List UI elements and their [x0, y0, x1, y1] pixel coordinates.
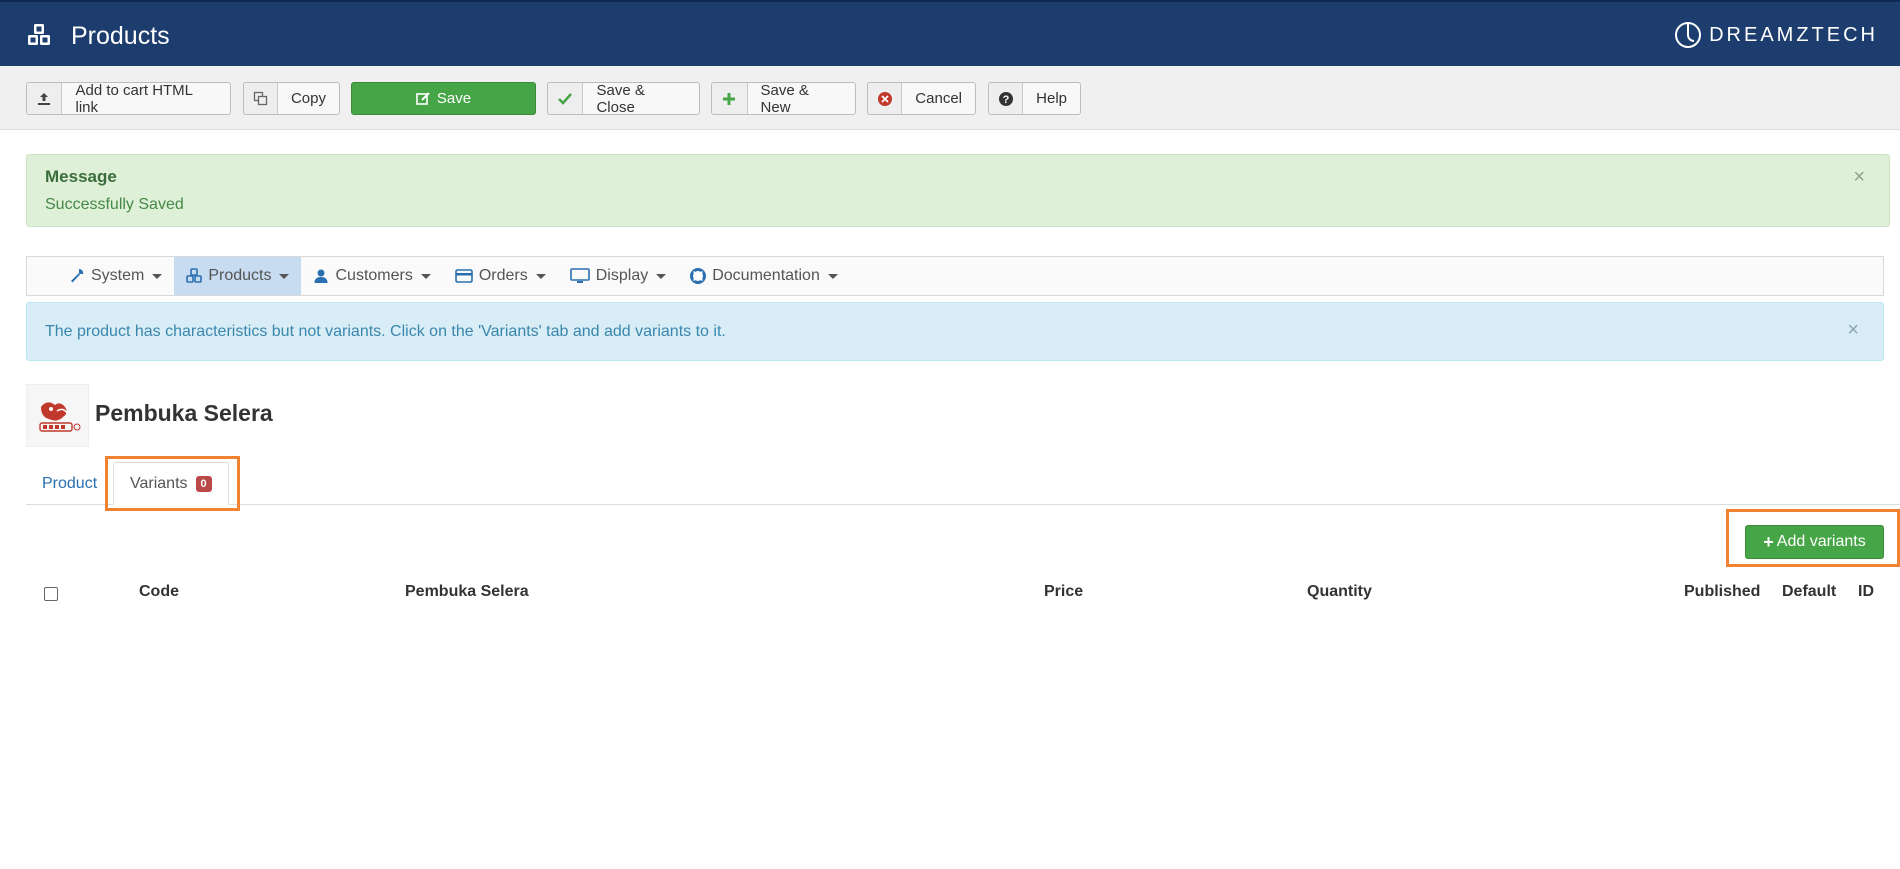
cubes-icon — [186, 268, 203, 284]
add-variants-button[interactable]: + Add variants — [1745, 525, 1884, 559]
message-body: Successfully Saved — [45, 196, 184, 213]
chevron-down-icon — [827, 273, 838, 279]
column-header-default[interactable]: Default — [1782, 583, 1836, 601]
select-all-checkbox[interactable] — [44, 587, 58, 601]
column-header-price[interactable]: Price — [1044, 583, 1083, 601]
chevron-down-icon — [152, 273, 163, 279]
help-label: Help — [1036, 90, 1067, 107]
tabs-divider — [26, 504, 1900, 505]
nav-item-customers[interactable]: Customers — [301, 257, 442, 295]
save-label: Save — [436, 90, 472, 107]
nav-item-display[interactable]: Display — [558, 257, 678, 295]
chevron-down-icon — [656, 273, 667, 279]
app-header: Products DREAMZTECH — [0, 0, 1900, 66]
info-alert-text: The product has characteristics but not … — [45, 323, 726, 340]
cubes-icon — [28, 24, 50, 45]
chevron-down-icon — [279, 273, 290, 279]
chevron-down-icon — [535, 273, 546, 279]
tab-variants[interactable]: Variants 0 — [113, 462, 229, 505]
info-close-icon[interactable]: × — [1847, 319, 1859, 342]
save-new-button[interactable]: Save & New — [711, 81, 856, 116]
column-header-name[interactable]: Pembuka Selera — [405, 583, 529, 601]
credit-card-icon — [455, 269, 473, 283]
nav-item-label: Orders — [478, 267, 528, 284]
column-header-id[interactable]: ID — [1858, 583, 1874, 601]
tab-product[interactable]: Product — [42, 462, 97, 505]
nav-item-label: Customers — [335, 267, 413, 284]
cancel-button[interactable]: Cancel — [867, 82, 976, 115]
save-new-label: Save & New — [760, 81, 809, 116]
help-button[interactable]: ? Help — [988, 82, 1081, 115]
nav-item-documentation[interactable]: Documentation — [678, 257, 850, 295]
cancel-label: Cancel — [915, 90, 962, 107]
check-icon — [548, 83, 584, 114]
copy-button[interactable]: Copy — [243, 82, 340, 115]
nav-item-products[interactable]: Products — [174, 257, 302, 295]
copy-icon — [244, 83, 278, 114]
column-header-published[interactable]: Published — [1684, 583, 1760, 601]
column-header-quantity[interactable]: Quantity — [1307, 583, 1372, 601]
nav-item-label: Display — [595, 267, 649, 284]
add-to-cart-html-link-label: Add to cart HTML link — [75, 81, 193, 116]
upload-icon — [27, 83, 63, 114]
success-message: Message Successfully Saved × — [26, 154, 1890, 227]
user-icon — [313, 268, 329, 284]
brand-logo: DREAMZTECH — [1673, 20, 1878, 50]
lifebuoy-icon — [690, 268, 707, 284]
message-close-icon[interactable]: × — [1853, 166, 1865, 189]
copy-label: Copy — [290, 90, 326, 107]
svg-text:?: ? — [1002, 94, 1009, 106]
add-variants-label: Add variants — [1776, 533, 1866, 550]
nav-item-label: Products — [208, 267, 272, 284]
question-icon: ? — [989, 83, 1024, 114]
message-heading: Message — [45, 167, 117, 186]
brand-text: DREAMZTECH — [1709, 23, 1878, 46]
column-header-code[interactable]: Code — [139, 583, 179, 601]
nav-item-orders[interactable]: Orders — [443, 257, 558, 295]
product-thumbnail — [26, 384, 89, 447]
product-logo-icon — [39, 402, 81, 432]
monitor-icon — [569, 268, 590, 284]
tab-variants-label: Variants — [130, 474, 188, 492]
dreamztech-logo-icon — [1675, 22, 1702, 48]
wrench-icon — [69, 268, 85, 284]
info-alert: The product has characteristics but not … — [26, 302, 1884, 361]
save-close-button[interactable]: Save & Close — [547, 81, 700, 116]
add-to-cart-html-link-button[interactable]: Add to cart HTML link — [26, 81, 231, 116]
page-title: Products — [71, 22, 170, 50]
product-name: Pembuka Selera — [95, 400, 273, 426]
plus-icon — [712, 83, 748, 114]
save-button[interactable]: Save — [351, 82, 536, 115]
save-close-label: Save & Close — [596, 81, 645, 116]
component-nav: System Products Customers Orders Display… — [26, 256, 1884, 296]
nav-item-label: System — [91, 267, 145, 284]
cancel-icon — [868, 83, 903, 114]
toolbar: Add to cart HTML link Copy Save Save & C… — [0, 66, 1900, 130]
nav-item-label: Documentation — [712, 267, 820, 284]
nav-item-system[interactable]: System — [57, 257, 174, 295]
chevron-down-icon — [420, 273, 431, 279]
plus-icon: + — [1763, 531, 1774, 552]
variants-count-badge: 0 — [195, 475, 212, 492]
edit-icon — [416, 92, 430, 105]
